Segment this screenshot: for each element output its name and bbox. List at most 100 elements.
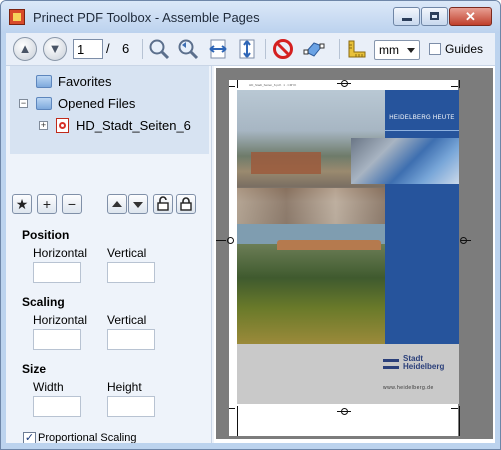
- unit-select[interactable]: mm: [374, 40, 420, 60]
- maximize-icon: [430, 12, 439, 20]
- fit-height-icon: [239, 39, 255, 59]
- side-registration-mark: [227, 237, 234, 244]
- town-shape: [237, 188, 385, 224]
- collage-photo: [351, 138, 459, 184]
- reset-button[interactable]: [271, 37, 295, 61]
- transform-icon: [303, 42, 325, 57]
- fit-width-button[interactable]: [206, 37, 230, 61]
- next-page-button[interactable]: ▼: [43, 37, 67, 61]
- registration-mark: [341, 408, 348, 415]
- size-width-input[interactable]: [33, 396, 81, 417]
- folder-icon: [36, 97, 52, 110]
- crop-mark: [451, 86, 458, 87]
- scaling-horizontal-label: Horizontal: [33, 313, 88, 327]
- unlock-button[interactable]: [153, 194, 173, 214]
- preview-canvas[interactable]: HD_Stadt_Seiten_6.pdf · 1 · CMYK HEIDELB…: [216, 68, 493, 439]
- page-preview: HD_Stadt_Seiten_6.pdf · 1 · CMYK HEIDELB…: [229, 80, 460, 436]
- cover-title: HEIDELBERG HEUTE: [389, 115, 455, 121]
- star-folder-icon: [36, 75, 52, 88]
- page-separator: /: [106, 41, 110, 56]
- registration-mark: [341, 80, 348, 87]
- collapse-icon[interactable]: −: [19, 99, 28, 108]
- crop-mark: [237, 406, 238, 436]
- minimize-icon: [402, 18, 412, 21]
- position-vertical-input[interactable]: [107, 262, 155, 283]
- close-icon: ✕: [465, 9, 476, 24]
- pdf-icon: [56, 118, 69, 133]
- page-number-input[interactable]: [73, 39, 103, 59]
- no-entry-icon: [273, 39, 293, 59]
- ruler-button[interactable]: [345, 37, 369, 61]
- ruler-icon: [348, 40, 366, 58]
- fit-height-button[interactable]: [235, 37, 259, 61]
- logo-line-2: Heidelberg: [403, 362, 445, 371]
- position-horizontal-input[interactable]: [33, 262, 81, 283]
- maximize-button[interactable]: [421, 7, 448, 26]
- zoom-in-button[interactable]: [147, 37, 171, 61]
- transform-button[interactable]: [302, 37, 326, 61]
- page-total: 6: [122, 41, 130, 56]
- minimize-button[interactable]: [393, 7, 420, 26]
- window-bottom-edge: [1, 443, 500, 449]
- cover-band: HEIDELBERG HEUTE: [385, 90, 459, 344]
- guides-checkbox[interactable]: [429, 43, 441, 55]
- plus-icon: +: [42, 196, 52, 212]
- opened-files-label: Opened Files: [58, 96, 136, 111]
- move-up-button[interactable]: [107, 194, 127, 214]
- crop-mark: [459, 80, 460, 88]
- guides-label: Guides: [445, 42, 484, 56]
- add-button[interactable]: +: [37, 194, 57, 214]
- scaling-horizontal-input[interactable]: [33, 329, 81, 350]
- chevron-down-icon: [407, 48, 415, 53]
- logo-text: Stadt Heidelberg: [403, 355, 444, 371]
- position-horizontal-label: Horizontal: [33, 246, 88, 260]
- page-artwork: HEIDELBERG HEUTE Stadt Heidelberg www.he…: [237, 90, 459, 404]
- zoom-out-button[interactable]: [176, 37, 200, 61]
- size-title: Size: [22, 362, 47, 376]
- side-registration-mark: [460, 237, 467, 244]
- bridge-shape: [277, 240, 381, 250]
- lock-open-icon: [157, 196, 169, 211]
- lock-button[interactable]: [176, 194, 196, 214]
- crop-mark: [229, 408, 235, 409]
- window-title: Prinect PDF Toolbox - Assemble Pages: [33, 10, 260, 25]
- city-photo: [237, 90, 385, 344]
- move-down-button[interactable]: [128, 194, 148, 214]
- crop-mark: [459, 406, 460, 436]
- heidelberg-logo-icon: [383, 359, 399, 369]
- nav-down-icon: ▼: [48, 41, 62, 56]
- app-window: Prinect PDF Toolbox - Assemble Pages ✕ ▲…: [0, 0, 501, 450]
- toolbar-divider: [339, 39, 340, 59]
- size-height-label: Height: [107, 380, 142, 394]
- size-width-label: Width: [33, 380, 64, 394]
- close-button[interactable]: ✕: [449, 7, 492, 26]
- zoom-out-icon: [178, 39, 199, 60]
- unit-select-value: mm: [379, 43, 399, 57]
- toolbar-divider: [265, 39, 266, 59]
- file-label: HD_Stadt_Seiten_6: [76, 118, 191, 133]
- minus-icon: −: [67, 196, 77, 212]
- position-vertical-label: Vertical: [107, 246, 147, 260]
- cover-footer: Stadt Heidelberg www.heidelberg.de: [237, 344, 459, 404]
- size-height-input[interactable]: [107, 396, 155, 417]
- remove-button[interactable]: −: [62, 194, 82, 214]
- favorite-button[interactable]: ★: [12, 194, 32, 214]
- preview-panel: HD_Stadt_Seiten_6.pdf · 1 · CMYK HEIDELB…: [214, 66, 495, 443]
- scaling-vertical-label: Vertical: [107, 313, 147, 327]
- scaling-vertical-input[interactable]: [107, 329, 155, 350]
- crop-mark: [237, 80, 238, 88]
- previous-page-button[interactable]: ▲: [13, 37, 37, 61]
- triangle-up-icon: [112, 201, 122, 207]
- toolbar-divider: [142, 39, 143, 59]
- triangle-down-icon: [133, 202, 143, 208]
- slug-line: HD_Stadt_Seiten_6.pdf · 1 · CMYK: [249, 83, 297, 87]
- position-title: Position: [22, 228, 70, 242]
- expand-icon[interactable]: +: [39, 121, 48, 130]
- star-icon: ★: [15, 196, 29, 212]
- scaling-title: Scaling: [22, 295, 65, 309]
- toolbar: ▲ ▼ / 6: [6, 33, 495, 66]
- left-panel: Favorites − Opened Files + HD_Stadt_Seit…: [6, 66, 212, 445]
- title-bar: Prinect PDF Toolbox - Assemble Pages ✕: [1, 1, 500, 33]
- castle-shape: [251, 152, 321, 174]
- crop-mark: [451, 408, 458, 409]
